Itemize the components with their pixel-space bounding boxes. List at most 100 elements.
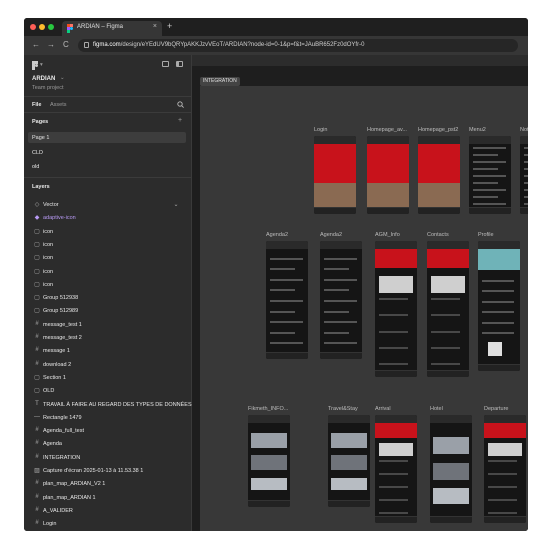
frame[interactable]: Homepage_av... <box>367 127 409 214</box>
frame-screen <box>248 415 290 507</box>
layer-row[interactable]: # Login <box>24 517 191 530</box>
toggle-ui-icon[interactable] <box>162 61 169 67</box>
layer-row[interactable]: ▢ icon <box>24 265 191 278</box>
frame-label[interactable]: Fikmeth_INFO... <box>248 406 288 412</box>
layer-row[interactable]: — Rectangle 1479 <box>24 411 191 424</box>
forward-arrow-icon[interactable]: → <box>47 40 55 49</box>
reload-icon[interactable]: C <box>63 40 69 49</box>
frame[interactable]: Travel&Stay <box>328 406 370 507</box>
content-image <box>433 488 469 504</box>
frame-label[interactable]: Travel&Stay <box>328 406 358 412</box>
app-header-bar <box>427 241 469 249</box>
add-page-icon[interactable]: + <box>178 117 182 124</box>
layer-row[interactable]: # message_test 2 <box>24 331 191 344</box>
frame[interactable]: Profile <box>478 232 520 371</box>
layer-row[interactable]: ▢ icon <box>24 278 191 291</box>
frame-label[interactable]: Arrival <box>375 406 391 412</box>
app-tab-bar <box>328 500 370 507</box>
layer-row[interactable]: # message 1 <box>24 344 191 357</box>
frame-label[interactable]: Homepage_pst2 <box>418 127 458 133</box>
layer-row[interactable]: # plan_map_ARDIAN_V2 1 <box>24 477 191 490</box>
layer-row[interactable]: # A_VALIDER <box>24 504 191 517</box>
layer-row[interactable]: # plan_map_ARDIAN 1 <box>24 491 191 504</box>
layer-row[interactable]: # INTEGRATION <box>24 451 191 464</box>
new-tab-icon[interactable]: + <box>167 21 172 31</box>
layer-row[interactable]: ▢ icon <box>24 225 191 238</box>
app-header-bar <box>367 136 409 144</box>
layer-label: message_test 2 <box>43 335 82 341</box>
frame-label[interactable]: Departure <box>484 406 508 412</box>
layer-row[interactable]: ▢ OLD <box>24 384 191 397</box>
menu-chevron-icon[interactable]: ▾ <box>40 62 43 68</box>
frame-label[interactable]: AGM_Info <box>375 232 400 238</box>
layer-row[interactable]: # download 2 <box>24 358 191 371</box>
layer-row[interactable]: # message_test 1 <box>24 318 191 331</box>
sidebar-toggle-icon[interactable] <box>176 61 183 67</box>
frame[interactable]: Contacts <box>427 232 469 377</box>
frame-screen <box>328 415 370 507</box>
minimize-window-button[interactable] <box>39 24 45 30</box>
title-block <box>484 423 526 439</box>
frame[interactable]: Hotel <box>430 406 472 523</box>
frame[interactable]: Menu2 <box>469 127 511 214</box>
frame[interactable]: Agenda2 <box>266 232 308 359</box>
layer-row[interactable]: # Agenda <box>24 437 191 450</box>
qr-code <box>488 342 502 357</box>
layer-type-icon: # <box>35 493 39 500</box>
back-arrow-icon[interactable]: ← <box>32 40 40 49</box>
layer-type-icon: # <box>35 440 39 447</box>
canvas-toolbar <box>192 55 528 66</box>
close-window-button[interactable] <box>30 24 36 30</box>
layer-row[interactable]: ▢ Group 512989 <box>24 304 191 317</box>
figma-menu-icon[interactable] <box>32 61 38 70</box>
layer-row[interactable]: ▢ Section 1 <box>24 371 191 384</box>
frame-label[interactable]: Menu2 <box>469 127 486 133</box>
layer-row[interactable]: ▢ icon <box>24 251 191 264</box>
frame-label[interactable]: Hotel <box>430 406 443 412</box>
content-line <box>431 314 461 317</box>
frame-label[interactable]: Agenda2 <box>266 232 288 238</box>
project-caret-icon[interactable]: ⌄ <box>60 75 65 81</box>
frame[interactable]: Homepage_pst2 <box>418 127 460 214</box>
search-icon[interactable] <box>177 101 184 108</box>
project-name[interactable]: ARDIAN <box>32 76 55 82</box>
layer-row[interactable]: ▨ Capture d'écran 2025-01-13 à 11.53.38 1 <box>24 464 191 477</box>
frame-label[interactable]: Contacts <box>427 232 449 238</box>
page-item-cld[interactable]: CLD <box>32 150 43 156</box>
tab-assets[interactable]: Assets <box>50 102 67 108</box>
design-canvas[interactable]: INTEGRATION Login Homepage_av... Homepage_… <box>192 55 528 531</box>
frame[interactable]: AGM_Info <box>375 232 417 377</box>
layer-row[interactable]: # Agenda_full_test <box>24 424 191 437</box>
frame[interactable]: Login <box>314 127 356 214</box>
layer-row[interactable]: T TRAVAIL À FAIRE AU REGARD DES TYPES DE … <box>24 398 219 411</box>
frame[interactable]: Departure <box>484 406 526 523</box>
frame-screen <box>314 136 356 214</box>
layer-row[interactable]: ▢ Group 512938 <box>24 291 191 304</box>
tab-close-icon[interactable]: × <box>153 23 157 30</box>
layer-row[interactable]: ◆ adaptive-icon <box>24 211 191 224</box>
browser-tab[interactable]: ARDIAN – Figma × <box>62 21 162 36</box>
section-label[interactable]: INTEGRATION <box>200 77 240 86</box>
frame-label[interactable]: Agenda2 <box>320 232 342 238</box>
layer-row[interactable]: ◇ Vector ⌄ <box>24 198 191 211</box>
page-item-page-1[interactable]: Page 1 <box>32 135 49 141</box>
frame-label[interactable]: Notifications2 <box>520 127 528 133</box>
frame-screen <box>367 136 409 214</box>
tab-file[interactable]: File <box>32 102 41 108</box>
frame[interactable]: Notifications2 <box>520 127 528 214</box>
address-bar[interactable]: figma.com/design/eYEdUV9bQRYpAKKJzvVEoT/… <box>78 39 518 52</box>
content-line <box>431 298 461 301</box>
frame[interactable]: Arrival <box>375 406 417 523</box>
frame[interactable]: Agenda2 <box>320 232 362 359</box>
zoom-window-button[interactable] <box>48 24 54 30</box>
layer-row[interactable]: ▢ icon <box>24 238 191 251</box>
content-image <box>331 455 367 471</box>
frame-label[interactable]: Login <box>314 127 327 133</box>
content-line <box>482 300 514 303</box>
frame[interactable]: Fikmeth_INFO... <box>248 406 290 507</box>
page-item-old[interactable]: old <box>32 164 39 170</box>
chevron-down-icon[interactable]: ⌄ <box>172 201 180 208</box>
layer-label: A_VALIDER <box>43 507 73 514</box>
frame-label[interactable]: Homepage_av... <box>367 127 407 133</box>
frame-label[interactable]: Profile <box>478 232 494 238</box>
